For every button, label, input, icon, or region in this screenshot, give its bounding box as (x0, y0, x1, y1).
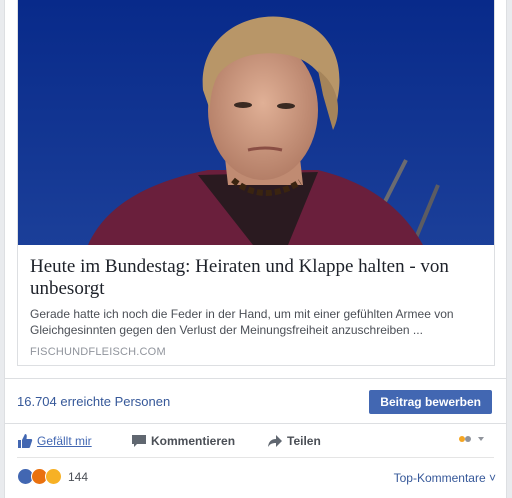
comment-label: Kommentieren (151, 434, 236, 448)
action-bar: Gefällt mir Kommentieren Teilen (17, 424, 494, 458)
page-selector[interactable] (458, 434, 490, 447)
thumbs-up-icon (18, 434, 33, 448)
reaction-count[interactable]: 144 (68, 470, 88, 484)
link-image[interactable] (18, 0, 494, 245)
comment-sort-dropdown[interactable]: Top-Kommentare ˅ (394, 471, 496, 485)
reach-row: 16.704 erreichte Personen Beitrag bewerb… (5, 378, 506, 424)
comment-bubble-icon (132, 435, 146, 447)
reach-count-link[interactable]: 16.704 erreichte Personen (17, 394, 170, 409)
portrait-illustration (18, 0, 494, 245)
share-label: Teilen (287, 434, 321, 448)
like-label: Gefällt mir (37, 434, 92, 448)
reaction-summary: 144 Top-Kommentare ˅ (17, 466, 496, 490)
link-description: Gerade hatte ich noch die Feder in der H… (30, 307, 454, 337)
sad-reaction-icon (45, 468, 62, 485)
link-domain: FISCHUNDFLEISCH.COM (30, 346, 166, 358)
reaction-icons[interactable] (17, 468, 67, 486)
post-card: Heute im Bundestag: Heiraten und Klappe … (4, 0, 507, 498)
boost-post-button[interactable]: Beitrag bewerben (369, 390, 492, 414)
link-title[interactable]: Heute im Bundestag: Heiraten und Klappe … (30, 256, 486, 300)
chevron-down-icon (459, 436, 484, 442)
link-preview[interactable]: Heute im Bundestag: Heiraten und Klappe … (17, 0, 495, 366)
share-arrow-icon (268, 435, 282, 447)
